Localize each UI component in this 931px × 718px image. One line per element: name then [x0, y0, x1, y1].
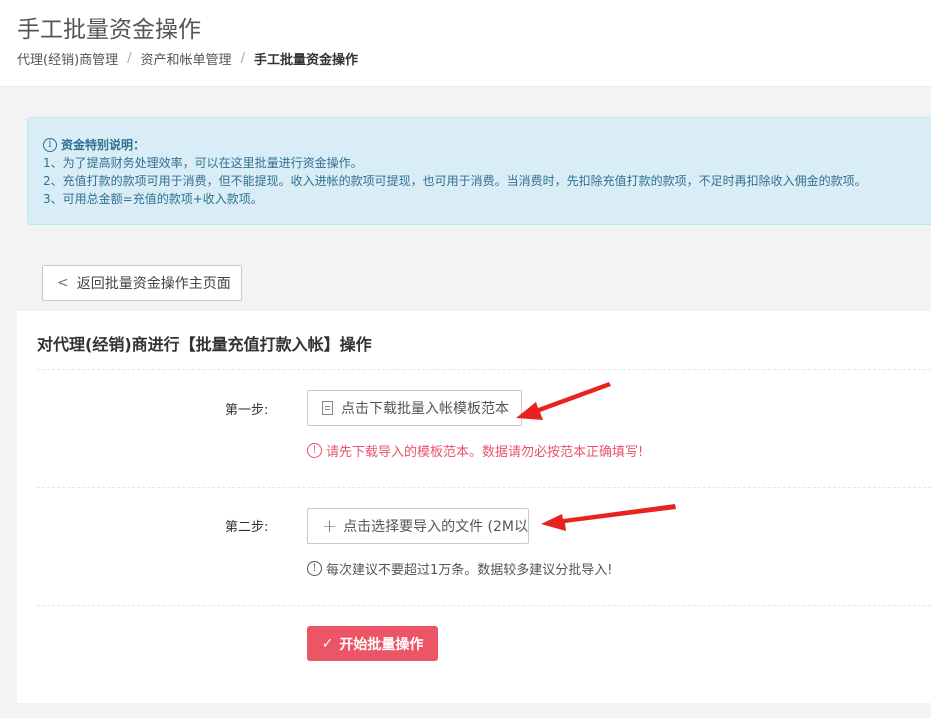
step2-info: ! 每次建议不要超过1万条。数据较多建议分批导入! [307, 559, 612, 578]
page-header: 手工批量资金操作 代理(经销)商管理 / 资产和帐单管理 / 手工批量资金操作 [0, 0, 931, 87]
document-icon [322, 401, 333, 415]
alert-heading: i 资金特别说明： [43, 136, 931, 154]
divider [37, 369, 931, 370]
back-button-label: 返回批量资金操作主页面 [76, 276, 231, 292]
step1-warning: ! 请先下载导入的模板范本。数据请勿必按范本正确填写! [307, 441, 643, 460]
plus-icon: + [322, 515, 338, 537]
step1-warning-text: 请先下载导入的模板范本。数据请勿必按范本正确填写! [326, 445, 644, 460]
batch-operation-panel: 对代理(经销)商进行【批量充值打款入帐】操作 第一步: 点击下载批量入帐模板范本… [17, 311, 931, 703]
download-template-button[interactable]: 点击下载批量入帐模板范本 [307, 390, 522, 426]
breadcrumb-item-asset-management[interactable]: 资产和帐单管理 [141, 49, 232, 68]
chevron-left-icon: < [57, 275, 69, 291]
breadcrumb-item-current: 手工批量资金操作 [253, 53, 358, 68]
funds-notice-alert: i 资金特别说明： 1、为了提高财务处理效率，可以在这里批量进行资金操作。 2、… [27, 117, 931, 225]
divider [37, 487, 931, 488]
start-batch-label: 开始批量操作 [339, 636, 424, 653]
alert-line: 2、充值打款的款项可用于消费，但不能提现。收入进帐的款项可提现，也可用于消费。当… [43, 174, 867, 188]
breadcrumb: 代理(经销)商管理 / 资产和帐单管理 / 手工批量资金操作 [17, 49, 358, 68]
step2-label: 第二步: [225, 520, 269, 535]
alert-line: 1、为了提高财务处理效率，可以在这里批量进行资金操作。 [43, 156, 363, 170]
page-title: 手工批量资金操作 [17, 17, 201, 43]
step2-info-text: 每次建议不要超过1万条。数据较多建议分批导入! [326, 563, 613, 578]
panel-title: 对代理(经销)商进行【批量充值打款入帐】操作 [37, 335, 372, 354]
info-icon: ! [307, 561, 322, 576]
alert-line: 3、可用总金额=充值的款项+收入款项。 [43, 192, 263, 206]
breadcrumb-separator: / [240, 51, 245, 66]
alert-circle-icon: ! [307, 443, 322, 458]
breadcrumb-item-agent-management[interactable]: 代理(经销)商管理 [17, 49, 118, 68]
choose-file-label: 点击选择要导入的文件 (2M以内) [343, 519, 529, 535]
step1-label: 第一步: [225, 403, 269, 418]
divider [37, 605, 931, 606]
info-icon: i [43, 138, 57, 152]
start-batch-button[interactable]: ✓ 开始批量操作 [307, 626, 438, 661]
back-to-main-button[interactable]: < 返回批量资金操作主页面 [42, 265, 242, 301]
check-icon: ✓ [321, 635, 334, 652]
breadcrumb-separator: / [127, 51, 132, 66]
choose-file-button[interactable]: + 点击选择要导入的文件 (2M以内) [307, 508, 529, 544]
download-template-label: 点击下载批量入帐模板范本 [341, 401, 509, 417]
alert-title: 资金特别说明： [61, 138, 146, 152]
